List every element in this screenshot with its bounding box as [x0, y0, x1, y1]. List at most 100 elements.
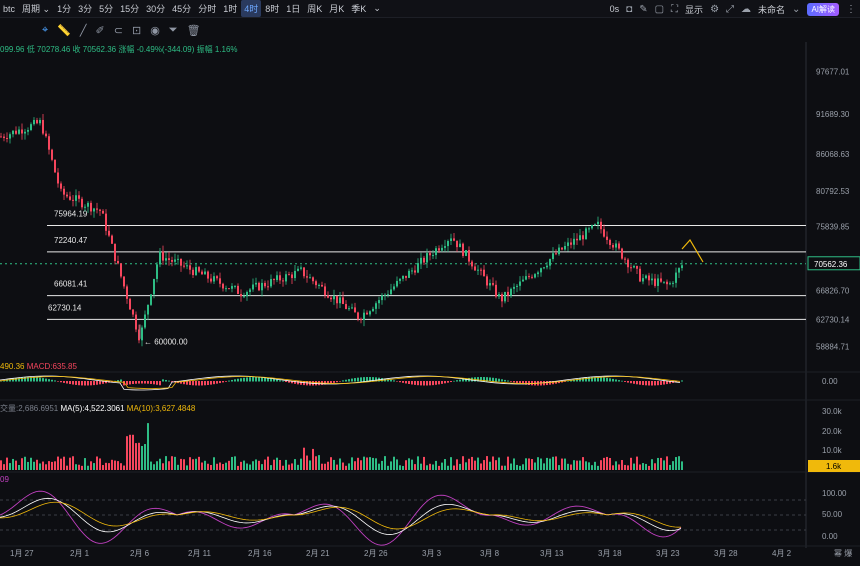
- volume-bar-146: [438, 465, 440, 470]
- candle-body-214: [642, 278, 644, 282]
- volume-bar-11: [33, 461, 35, 470]
- volume-bar-221: [663, 460, 665, 470]
- volume-bar-78: [234, 456, 236, 470]
- macd-bar-432: [432, 381, 434, 386]
- volume-tick-0: 30.0k: [822, 407, 843, 416]
- candle-body-65: [195, 267, 197, 276]
- macd-bar-138: [138, 381, 140, 384]
- macd-bar-228: [228, 380, 230, 382]
- macd-bar-189: [189, 381, 191, 386]
- volume-legend: 交量:2,686.6951 MA(5):4,522.3061 MA(10):3,…: [0, 403, 195, 414]
- macd-dif-value: 490.36: [0, 362, 25, 371]
- x-tick-3: 2月 11: [188, 549, 212, 558]
- macd-bar-606: [606, 377, 608, 382]
- candle-body-64: [192, 269, 194, 276]
- candle-body-19: [57, 172, 59, 184]
- volume-bar-54: [162, 463, 164, 470]
- candle-body-210: [630, 267, 632, 269]
- macd-bar-621: [621, 380, 623, 382]
- volume-bar-94: [282, 465, 284, 470]
- volume-tick-1: 20.0k: [822, 427, 843, 436]
- candle-body-221: [663, 281, 665, 283]
- macd-bar-600: [600, 377, 602, 382]
- volume-bar-8: [24, 456, 26, 470]
- kdj-tick-1: 50.00: [822, 510, 843, 519]
- macd-bar-165: [165, 379, 167, 382]
- candle-body-92: [276, 275, 278, 281]
- volume-bar-119: [357, 457, 359, 470]
- volume-bar-124: [372, 457, 374, 470]
- chart-canvas[interactable]: 97677.01 91689.30 86068.63 80792.53 75839.85…: [0, 0, 860, 566]
- macd-bar-279: [279, 380, 281, 382]
- macd-bar-129: [129, 381, 131, 385]
- candle-body-219: [657, 278, 659, 286]
- candle-body-13: [39, 119, 41, 124]
- candle-body-172: [516, 285, 518, 287]
- volume-bar-218: [654, 463, 656, 470]
- macd-bar-156: [156, 381, 158, 385]
- candle-body-102: [306, 276, 308, 278]
- candle-body-118: [354, 307, 356, 313]
- macd-bar-21: [21, 377, 23, 382]
- candle-body-217: [651, 278, 653, 281]
- volume-bar-163: [489, 461, 491, 470]
- candle-body-78: [234, 285, 236, 287]
- macd-bar-87: [87, 381, 89, 386]
- macd-bar-399: [399, 381, 401, 383]
- candle-body-137: [411, 270, 413, 272]
- candle-body-139: [417, 263, 419, 273]
- candle-body-111: [333, 295, 335, 300]
- volume-bar-185: [555, 456, 557, 470]
- candle-body-112: [336, 295, 338, 304]
- candle-body-153: [459, 243, 461, 248]
- candle-body-70: [210, 278, 212, 282]
- macd-bar-141: [141, 381, 143, 384]
- candle-body-37: [111, 235, 113, 244]
- volume-bar-28: [84, 458, 86, 470]
- macd-bar-639: [639, 381, 641, 385]
- volume-bar-172: [516, 464, 518, 470]
- candle-body-96: [288, 274, 290, 276]
- volume-bar-59: [177, 464, 179, 470]
- candle-body-30: [90, 202, 92, 212]
- volume-bar-32: [96, 456, 98, 470]
- candle-body-66: [198, 267, 200, 272]
- candle-body-21: [63, 188, 65, 195]
- macd-bar-654: [654, 381, 656, 386]
- candle-body-114: [342, 297, 344, 305]
- candle-body-94: [282, 280, 284, 282]
- price-tick-4: 75839.85: [816, 222, 850, 231]
- macd-bar-336: [336, 381, 338, 383]
- volume-bar-222: [666, 456, 668, 470]
- candle-body-7: [21, 129, 23, 134]
- x-tick-11: 3月 23: [656, 549, 680, 558]
- candle-body-149: [447, 240, 449, 247]
- candle-body-183: [549, 259, 551, 266]
- candle-body-76: [228, 288, 230, 290]
- candle-body-129: [387, 294, 389, 296]
- candle-body-58: [174, 259, 176, 262]
- volume-bar-122: [366, 457, 368, 470]
- volume-bar-203: [609, 457, 611, 470]
- candle-body-80: [240, 293, 242, 297]
- candle-body-73: [219, 278, 221, 284]
- volume-bar-219: [657, 457, 659, 470]
- candle-body-9: [27, 130, 29, 132]
- volume-bar-208: [624, 464, 626, 470]
- volume-bar-155: [465, 462, 467, 470]
- volume-bar-106: [318, 455, 320, 470]
- volume-bar-39: [117, 461, 119, 470]
- candle-body-132: [396, 280, 398, 287]
- volume-bar-111: [333, 459, 335, 470]
- macd-bar-162: [162, 379, 164, 382]
- volume-bar-178: [534, 462, 536, 470]
- volume-bar-173: [519, 465, 521, 470]
- candle-body-87: [261, 282, 263, 291]
- macd-bar-579: [579, 378, 581, 382]
- x-tick-12: 3月 28: [714, 549, 738, 558]
- candle-body-144: [432, 255, 434, 257]
- macd-bar-648: [648, 381, 650, 386]
- candle-body-141: [423, 257, 425, 263]
- volume-bar-224: [672, 461, 674, 470]
- volume-bar-31: [93, 463, 95, 470]
